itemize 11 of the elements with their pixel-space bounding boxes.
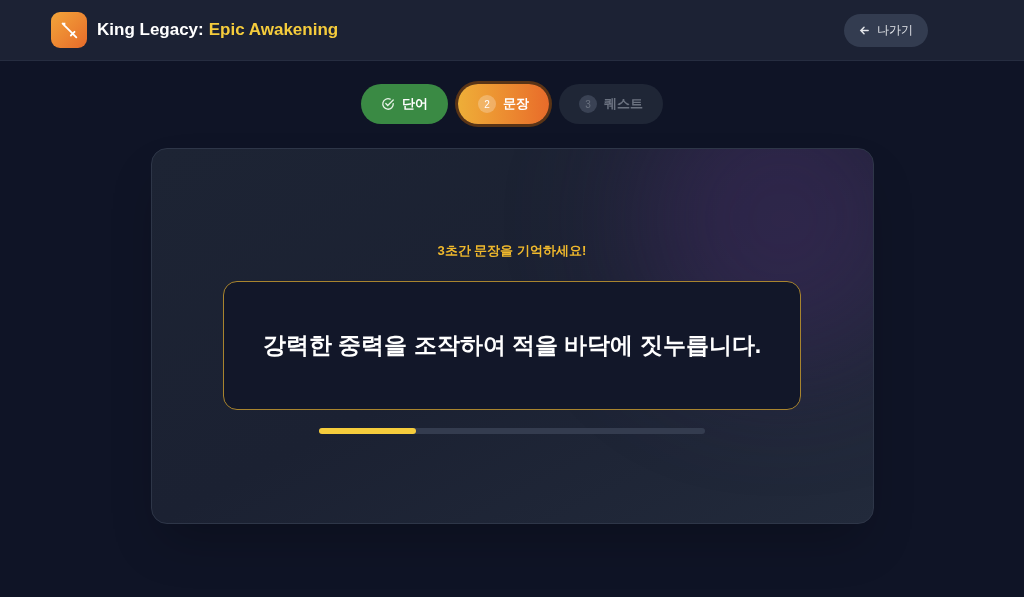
sentence-text: 강력한 중력을 조작하여 적을 바닥에 짓누릅니다. [262, 330, 762, 360]
step-number: 2 [478, 95, 496, 113]
sword-logo-icon [51, 12, 87, 48]
instruction-text: 3초간 문장을 기억하세요! [437, 242, 587, 260]
back-arrow-icon [859, 24, 870, 36]
app-title: King Legacy: [97, 19, 204, 42]
app-title-highlight: Epic Awakening [208, 19, 339, 42]
step-tab[interactable]: 2 문장 [458, 84, 549, 124]
step-tab[interactable]: 단어 [361, 84, 448, 124]
exit-button[interactable]: 나가기 [844, 13, 928, 47]
check-circle-icon [381, 97, 395, 111]
